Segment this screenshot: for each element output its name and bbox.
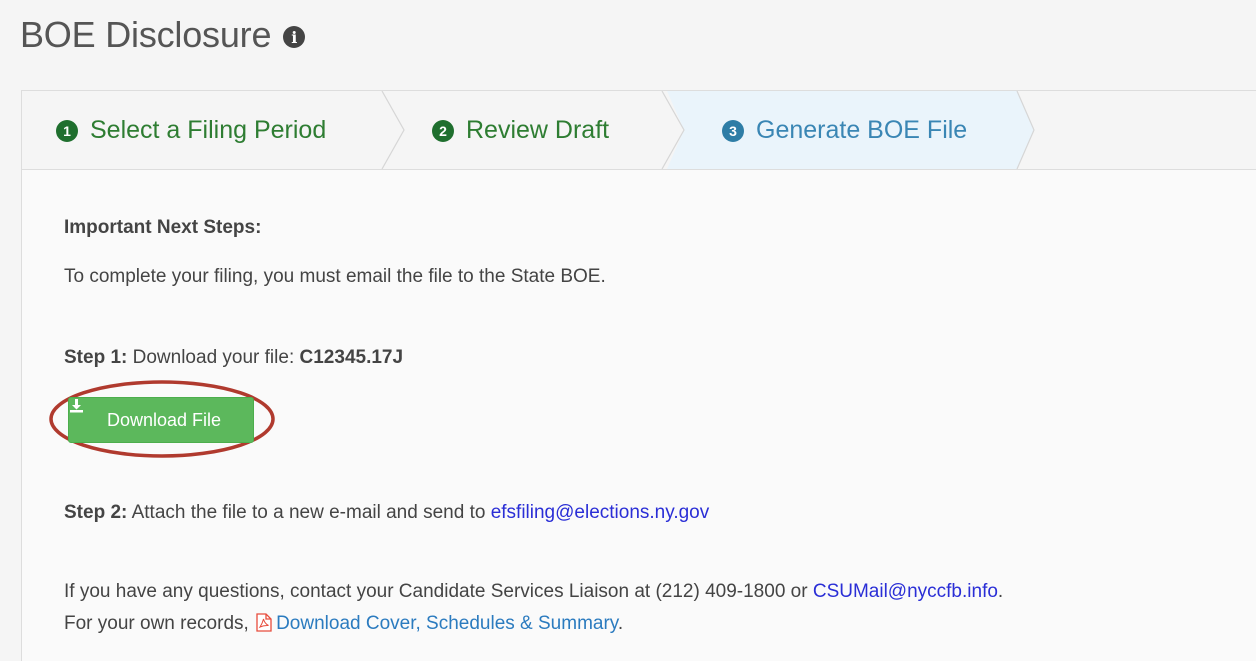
step2-text: Attach the file to a new e-mail and send… (127, 502, 491, 523)
questions-line: If you have any questions, contact your … (64, 581, 1003, 603)
step1-label: Step 1: (64, 347, 128, 368)
step-label: Review Draft (466, 115, 610, 144)
questions-end: . (997, 581, 1004, 602)
step-number-badge: 1 (56, 120, 78, 142)
csu-email-link[interactable]: CSUMail@nyccfb.info (813, 581, 998, 602)
wizard-step-select-filing-period[interactable]: 1 Select a Filing Period (56, 91, 326, 169)
records-line: For your own records, Download Cover, Sc… (64, 613, 623, 635)
step-label: Select a Filing Period (90, 115, 327, 144)
step-number-badge: 3 (722, 120, 744, 142)
wizard-step-review-draft[interactable]: 2 Review Draft (432, 91, 609, 169)
records-end: . (617, 613, 624, 634)
wizard-step-generate-boe-file[interactable]: 3 Generate BOE File (722, 91, 967, 169)
step1-line: Step 1: Download your file: C12345.17J (64, 347, 403, 369)
info-circle-icon[interactable]: i (283, 26, 306, 48)
page-header: BOE Disclosure i (20, 14, 306, 56)
download-highlight: Download File (48, 379, 276, 459)
download-file-button[interactable]: Download File (68, 397, 254, 443)
page-title: BOE Disclosure (20, 14, 272, 55)
intro-text: To complete your filing, you must email … (64, 266, 606, 287)
step2-line: Step 2: Attach the file to a new e-mail … (64, 502, 709, 524)
pdf-file-icon[interactable] (256, 613, 272, 632)
download-cover-schedules-summary-link[interactable]: Download Cover, Schedules & Summary (276, 613, 618, 634)
important-next-steps-heading: Important Next Steps: (64, 217, 262, 238)
wizard-steps: 1 Select a Filing Period 2 Review Draft … (22, 91, 1256, 170)
efs-email-link[interactable]: efsfiling@elections.ny.gov (491, 502, 710, 523)
step2-label: Step 2: (64, 502, 128, 523)
wizard-panel: 1 Select a Filing Period 2 Review Draft … (21, 90, 1256, 661)
step1-text: Download your file: (127, 347, 300, 368)
records-text: For your own records, (64, 613, 255, 634)
questions-text: If you have any questions, contact your … (64, 581, 813, 602)
download-file-label: Download File (106, 409, 222, 430)
step1-filename: C12345.17J (299, 347, 404, 368)
step-number-badge: 2 (432, 120, 454, 142)
step-label: Generate BOE File (756, 115, 968, 144)
